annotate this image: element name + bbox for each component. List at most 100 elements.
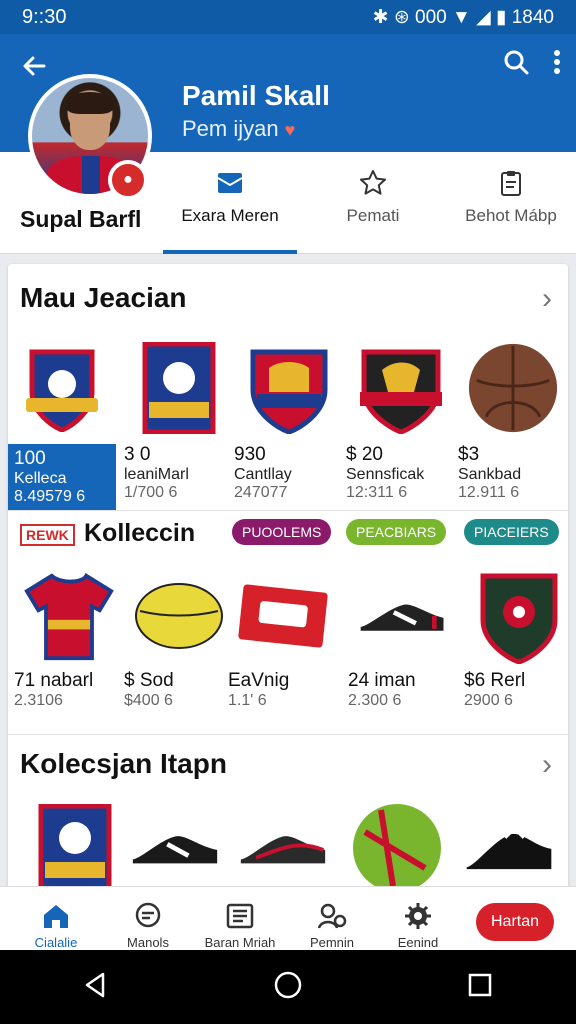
- filter-chip[interactable]: PUOOLEMS: [232, 519, 332, 545]
- back-arrow-icon[interactable]: [18, 50, 50, 82]
- list-item[interactable]: 71 nabarl 2.3106: [14, 570, 124, 710]
- collection-card: Mau Jeacian › 100 Kelleca 8.49579 6 3 0 …: [8, 264, 568, 904]
- profile-display-name: Supal Barfl: [20, 206, 142, 232]
- nav-item-people[interactable]: Pemnin: [284, 893, 380, 950]
- club-crest-icon: [133, 342, 225, 434]
- item-value: $ 20: [346, 444, 383, 465]
- section-title: Mau Jeacian: [20, 282, 187, 313]
- item-name: Sankbad: [458, 466, 522, 483]
- nav-item-settings[interactable]: Eenind: [370, 893, 466, 950]
- nav-label: Manols: [127, 935, 169, 950]
- item-meta: 1.1' 6: [228, 692, 267, 709]
- club-crest-icon: [29, 802, 121, 894]
- section-title: Kolecsjan Itapn: [20, 748, 227, 779]
- tab-pemati[interactable]: Pemati: [306, 152, 440, 254]
- item-meta: 1/700 6: [124, 484, 178, 501]
- nav-item-messages[interactable]: Manols: [100, 893, 196, 950]
- people-icon: [317, 901, 347, 931]
- badge-icon: [473, 570, 565, 664]
- home-icon: [41, 901, 71, 931]
- item-name: leaniMarl: [124, 466, 189, 483]
- item-value: $ Sod: [124, 670, 174, 691]
- section-title: Kolleccin: [84, 519, 196, 547]
- item-meta: 2.3106: [14, 692, 63, 709]
- list-item[interactable]: [454, 802, 564, 894]
- item-name: Cantllay: [234, 466, 292, 483]
- item-name: Kelleca: [14, 470, 67, 487]
- nav-label: Cialalie: [34, 935, 78, 950]
- item-value: $6 Rerl: [464, 670, 526, 691]
- item-value: 24 iman: [348, 670, 416, 691]
- status-bar: 9::30 ✱ ⊛ 000 ▼ ◢ ▮ 1840: [0, 0, 576, 34]
- nav-item-list[interactable]: Baran Mriah: [192, 893, 288, 950]
- tab-label: Exara Meren: [181, 206, 279, 225]
- avatar-badge-icon: ●: [108, 160, 148, 200]
- nav-label: Pemnin: [309, 935, 355, 950]
- jersey-icon: [23, 570, 115, 662]
- gear-icon: [403, 901, 433, 931]
- list-item[interactable]: $ 20 Sennsficak 12:311 6: [346, 342, 456, 502]
- system-navigation-bar: [0, 950, 576, 1024]
- list-item[interactable]: 24 iman 2.300 6: [348, 570, 458, 710]
- list-item[interactable]: [120, 802, 230, 894]
- club-crest-icon: [16, 342, 108, 434]
- nav-label: Baran Mriah: [204, 935, 276, 950]
- card-pack-icon: [237, 570, 329, 662]
- nav-label: Eenind: [397, 935, 439, 950]
- bottom-navigation: Cialalie Manols Baran Mriah Pemnin Eenin…: [0, 886, 576, 950]
- divider: [8, 510, 568, 511]
- list-item[interactable]: EaVnig 1.1' 6: [228, 570, 338, 710]
- list-icon: [225, 901, 255, 931]
- system-recents-icon[interactable]: [465, 970, 495, 1005]
- list-item[interactable]: 100 Kelleca 8.49579 6: [8, 342, 116, 510]
- item-name: Sennsficak: [346, 466, 425, 483]
- list-item[interactable]: 3 0 leaniMarl 1/700 6: [124, 342, 234, 502]
- list-item[interactable]: [20, 802, 130, 894]
- clipboard-icon: [496, 168, 526, 198]
- chat-icon: [133, 901, 163, 931]
- item-meta: 2.300 6: [348, 692, 402, 709]
- tab-exara-meren[interactable]: Exara Meren: [163, 152, 297, 254]
- header-subtitle: Pem ijyan ♥: [182, 116, 295, 142]
- tab-behot-mabp[interactable]: Behot Mábp: [444, 152, 576, 254]
- search-icon[interactable]: [502, 48, 530, 83]
- item-value: $3: [458, 444, 480, 465]
- item-value: 930: [234, 444, 266, 465]
- tab-label: Behot Mábp: [465, 206, 557, 225]
- chevron-right-icon[interactable]: ›: [542, 282, 552, 316]
- item-meta: $400 6: [124, 692, 173, 709]
- tab-label: Pemati: [346, 206, 400, 225]
- boot-icon: [463, 802, 555, 894]
- status-icons: ✱ ⊛ 000 ▼ ◢ ▮ 1840: [372, 6, 554, 28]
- header-subtitle-text: Pem ijyan: [182, 116, 279, 141]
- item-meta: 8.49579 6: [14, 488, 86, 505]
- ball-icon: [467, 342, 559, 434]
- ball-icon: [133, 570, 225, 662]
- cta-button[interactable]: Hartan: [476, 903, 554, 941]
- chevron-right-icon[interactable]: ›: [542, 748, 552, 782]
- list-item[interactable]: $ Sod $400 6: [124, 570, 234, 710]
- boot-icon: [357, 570, 449, 662]
- item-value: 100: [14, 448, 46, 469]
- filter-chip[interactable]: PIACEIERS: [464, 519, 559, 545]
- system-back-icon[interactable]: [81, 970, 111, 1005]
- club-crest-icon: [243, 342, 335, 434]
- filter-chip[interactable]: PEACBIARS: [346, 519, 447, 545]
- boot-icon: [237, 802, 329, 894]
- list-item[interactable]: [342, 802, 452, 894]
- club-crest-icon: [355, 342, 447, 434]
- header-user-name: Pamil Skall: [182, 80, 330, 111]
- list-item[interactable]: [228, 802, 338, 894]
- list-item[interactable]: $3 Sankbad 12.911 6: [458, 342, 568, 502]
- list-item[interactable]: 930 Cantllay 247077: [234, 342, 344, 502]
- item-value: 3 0: [124, 444, 151, 465]
- new-tag: REWK: [20, 524, 75, 546]
- boot-icon: [129, 802, 221, 894]
- more-vert-icon[interactable]: [552, 48, 562, 83]
- system-home-icon[interactable]: [273, 970, 303, 1005]
- nav-item-home[interactable]: Cialalie: [8, 893, 104, 950]
- item-value: 71 nabarl: [14, 670, 94, 691]
- list-item[interactable]: $6 Rerl 2900 6: [464, 570, 568, 710]
- status-time: 9::30: [22, 5, 67, 28]
- item-meta: 247077: [234, 484, 288, 501]
